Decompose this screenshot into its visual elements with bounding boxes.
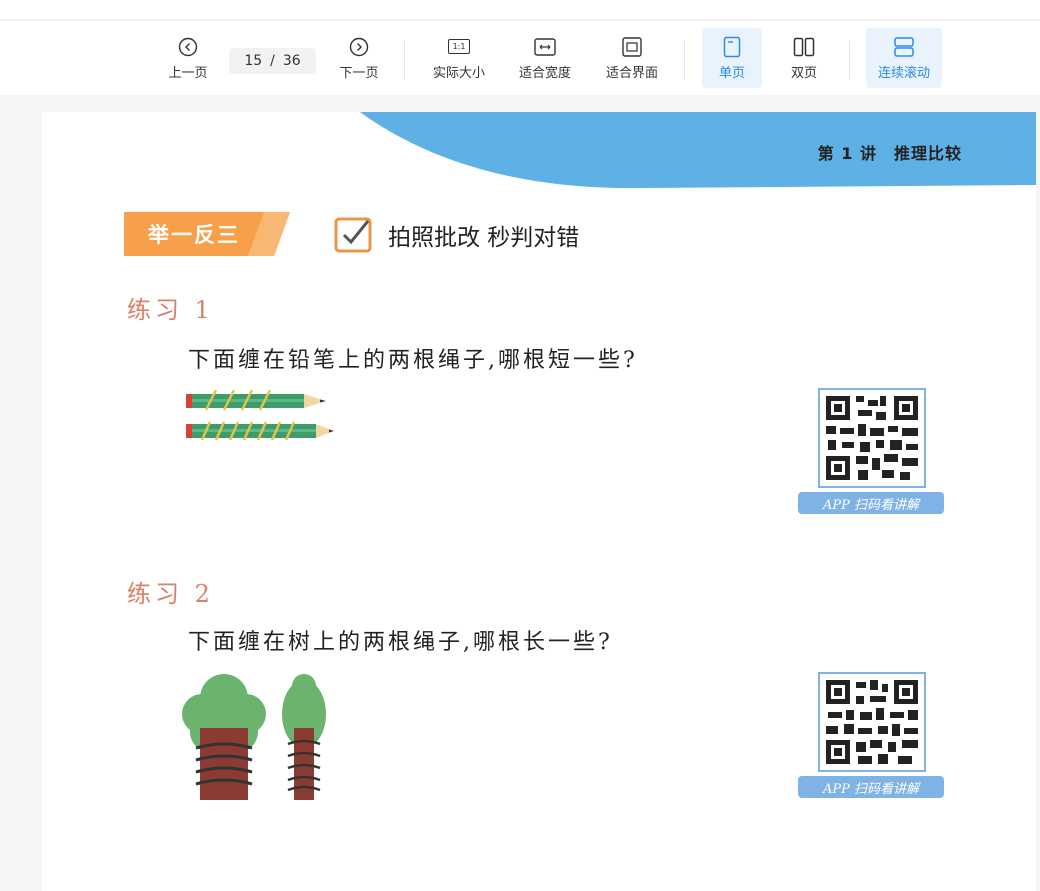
chevron-right-circle-icon: [348, 36, 370, 58]
pencils-illustration: [186, 390, 334, 441]
qr-code-1[interactable]: APP 扫码看讲解: [796, 388, 946, 518]
fit-page-button[interactable]: 适合界面: [599, 28, 665, 88]
window-top-strip: [0, 0, 1040, 20]
toolbar-divider: [404, 41, 405, 79]
qr-code-icon: [818, 388, 926, 488]
chevron-left-circle-icon: [177, 36, 199, 58]
toolbar-divider: [849, 41, 850, 79]
page-counter[interactable]: 15 / 36: [229, 48, 316, 74]
double-page-button[interactable]: 双页: [776, 28, 832, 88]
badge-banner: 举一反三: [124, 212, 290, 256]
single-page-icon: [721, 36, 743, 58]
qr-code-2[interactable]: APP 扫码看讲解: [796, 672, 946, 802]
prev-page-label: 上一页: [168, 65, 208, 81]
fit-width-icon: [534, 36, 556, 58]
next-page-button[interactable]: 下一页: [331, 28, 387, 88]
actual-size-icon: 1:1: [448, 36, 470, 58]
fit-page-label: 适合界面: [605, 65, 658, 81]
exercise-2-question: 下面缠在树上的两根绳子,哪根长一些?: [188, 630, 613, 655]
continuous-scroll-button[interactable]: 连续滚动: [866, 28, 942, 88]
trees-illustration: [182, 674, 326, 800]
qr-caption: APP 扫码看讲解: [798, 492, 944, 514]
single-page-label: 单页: [718, 65, 745, 81]
exercise-1-question: 下面缠在铅笔上的两根绳子,哪根短一些?: [188, 348, 638, 373]
exercise-1-title: 练习 1: [127, 296, 214, 324]
continuous-scroll-icon: [893, 36, 915, 58]
exercise-2-title: 练习 2: [127, 580, 214, 608]
qr-code-icon: [818, 672, 926, 772]
single-page-button[interactable]: 单页: [702, 28, 762, 88]
current-page-number[interactable]: 15: [244, 53, 262, 69]
toolbar-divider: [684, 41, 685, 79]
chapter-title: 第 1 讲 推理比较: [817, 144, 962, 163]
double-page-label: 双页: [790, 65, 817, 81]
badge-text: 举一反三: [148, 223, 240, 247]
continuous-scroll-label: 连续滚动: [877, 65, 930, 81]
total-page-number: 36: [282, 53, 301, 69]
double-page-icon: [793, 36, 815, 58]
fit-page-icon: [621, 36, 643, 58]
fit-width-label: 适合宽度: [518, 65, 571, 81]
viewer-toolbar: 上一页 15 / 36 下一页 1:1 实际大小 适合宽度 适合界面 单页 双页…: [0, 21, 1040, 95]
qr-caption: APP 扫码看讲解: [798, 776, 944, 798]
photo-check-tag: 拍照批改 秒判对错: [334, 215, 579, 255]
prev-page-button[interactable]: 上一页: [160, 28, 216, 88]
actual-size-label: 实际大小: [432, 65, 485, 81]
photo-check-text: 拍照批改 秒判对错: [388, 225, 580, 251]
fit-width-button[interactable]: 适合宽度: [512, 28, 578, 88]
document-page: 第 1 讲 推理比较 举一反三 拍照批改 秒判对错 练习 1 下面缠在铅笔上的两…: [42, 112, 1036, 891]
photo-check-icon: [334, 217, 372, 253]
actual-size-button[interactable]: 1:1 实际大小: [426, 28, 492, 88]
page-separator: /: [270, 53, 275, 69]
next-page-label: 下一页: [339, 65, 379, 81]
